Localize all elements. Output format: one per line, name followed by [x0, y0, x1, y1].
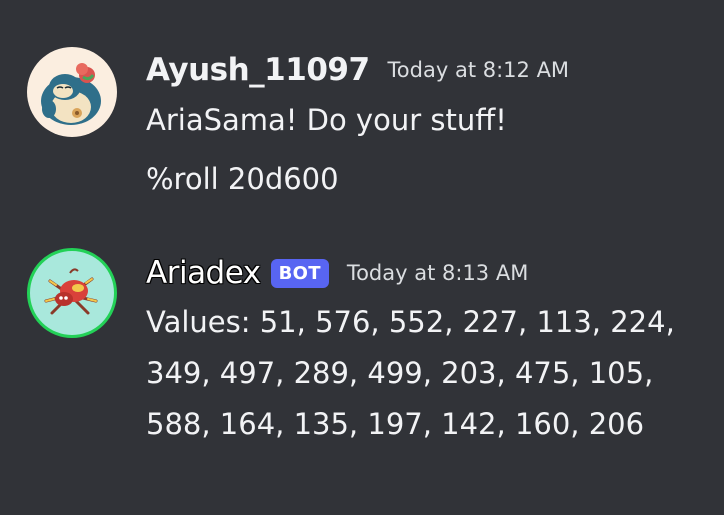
values-line: Values: 51, 576, 552, 227, 113, 224, — [146, 305, 675, 339]
bot-badge: BOT — [270, 258, 329, 288]
message-header: Ayush_11097 Today at 8:12 AM — [146, 50, 569, 90]
ariados-avatar-icon — [44, 268, 98, 315]
username[interactable]: Ariadex — [146, 253, 261, 293]
chat-messages: Ayush_11097 Today at 8:12 AM AriaSama! D… — [0, 0, 724, 515]
values-line: 349, 497, 289, 499, 203, 475, 105, — [146, 356, 654, 390]
message-text: Values: 51, 576, 552, 227, 113, 224, 349… — [146, 297, 675, 450]
username[interactable]: Ayush_11097 — [146, 50, 370, 90]
snorlax-avatar-icon — [41, 63, 101, 125]
timestamp[interactable]: Today at 8:12 AM — [388, 50, 570, 90]
avatar[interactable] — [27, 248, 117, 338]
message-header: Ariadex BOT Today at 8:13 AM — [146, 253, 528, 293]
avatar[interactable] — [27, 47, 117, 137]
message-text: %roll 20d600 — [146, 162, 339, 196]
timestamp[interactable]: Today at 8:13 AM — [347, 253, 529, 293]
values-line: 588, 164, 135, 197, 142, 160, 206 — [146, 407, 645, 441]
message-text: AriaSama! Do your stuff! — [146, 103, 507, 137]
